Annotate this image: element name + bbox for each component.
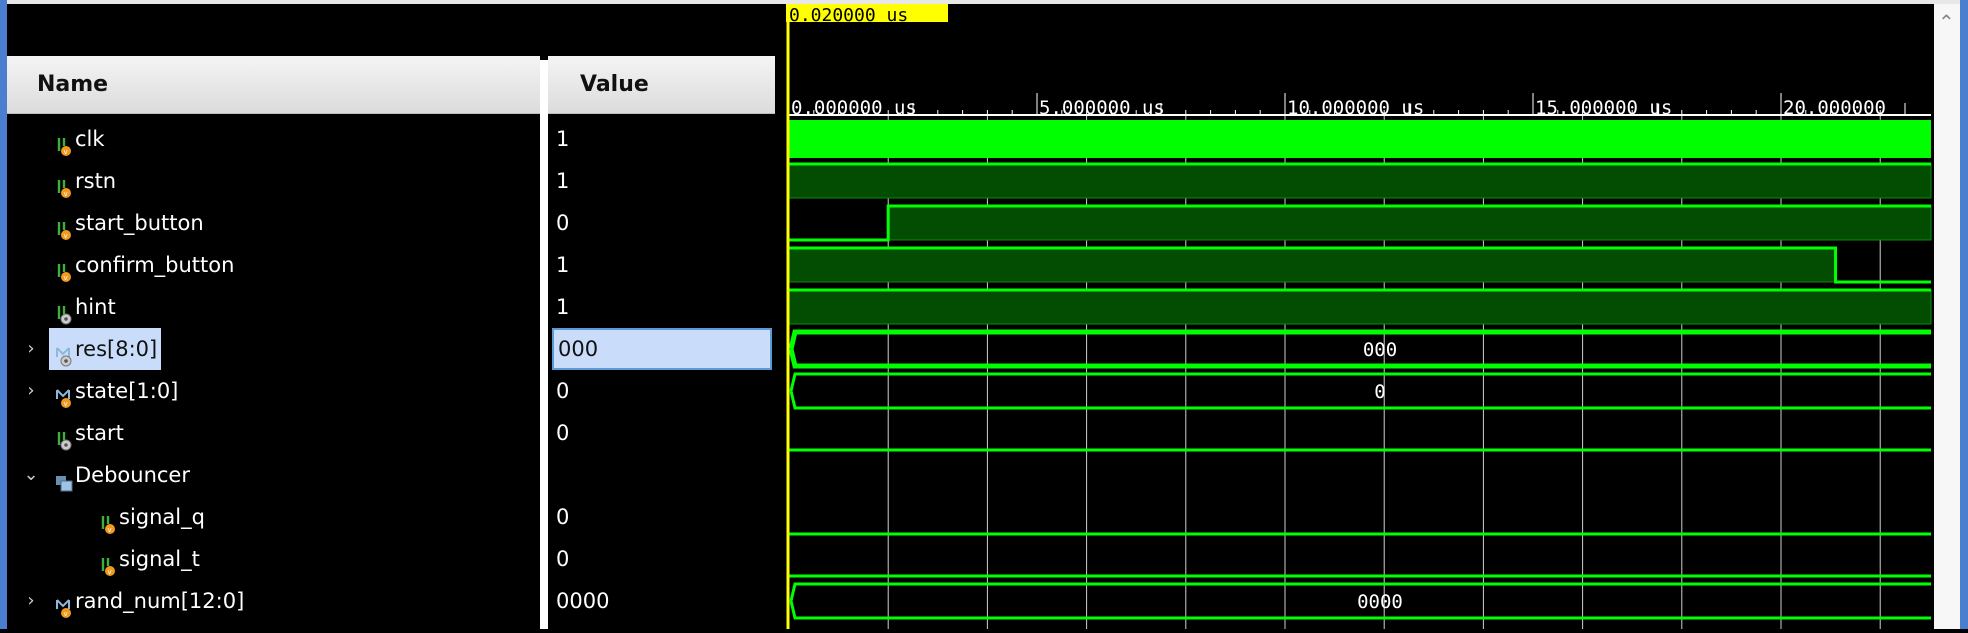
ruler-label: 5.000000 us — [1039, 97, 1165, 119]
signal-value[interactable]: 1 — [552, 118, 772, 160]
signal-row-clk[interactable]: v clk — [7, 118, 540, 160]
expand-chevron-icon[interactable]: › — [23, 328, 39, 370]
signal-row-start-button[interactable]: v start_button — [7, 202, 540, 244]
logic-wire-icon — [55, 297, 73, 325]
signal-row-rstn[interactable]: v rstn — [7, 160, 540, 202]
bus-signal-icon: v — [55, 591, 73, 618]
cursor-time-label: 0.020000 us — [789, 5, 908, 26]
high-fill — [788, 247, 1837, 283]
collapse-chevron-icon[interactable]: ⌄ — [23, 454, 39, 496]
signal-row-rand-num-12-0-[interactable]: › v rand_num[12:0] — [7, 580, 540, 622]
ruler-label: 0.000000 us — [791, 97, 917, 119]
logic-signal-icon: v — [55, 255, 73, 282]
bus-wave-state10 — [789, 372, 1931, 410]
logic-signal-icon: v — [99, 507, 117, 534]
svg-text:v: v — [64, 610, 68, 618]
signal-row-signal-t[interactable]: v signal_t — [7, 538, 540, 580]
signal-value[interactable]: 0 — [552, 496, 772, 538]
signal-name: signal_t — [119, 547, 200, 571]
signal-value[interactable]: 1 — [552, 160, 772, 202]
signal-value[interactable]: 0 — [552, 538, 772, 580]
signal-name: rstn — [75, 169, 117, 193]
signal-row-debouncer[interactable]: ⌄ Debouncer — [7, 454, 540, 496]
signal-value[interactable]: 0 — [552, 202, 772, 244]
bus-signal-icon: v — [55, 381, 73, 408]
ruler-label: 10.000000 us — [1287, 97, 1424, 119]
bus-wire-icon — [55, 339, 73, 367]
bus-value-label: 0 — [1374, 381, 1385, 403]
signal-name: signal_q — [119, 505, 205, 529]
signal-row-res-8-0-[interactable]: › res[8:0] — [7, 328, 540, 370]
svg-text:v: v — [108, 526, 112, 534]
window-border-right — [1960, 0, 1968, 629]
logic-signal-icon: v — [55, 171, 73, 198]
clock-wave — [789, 120, 1931, 158]
bus-value-label: 000 — [1363, 339, 1397, 361]
svg-text:v: v — [64, 274, 68, 282]
module-icon — [55, 465, 73, 492]
signal-row-hint[interactable]: hint — [7, 286, 540, 328]
value-column-header[interactable]: Value — [548, 56, 775, 114]
scroll-up-arrow-icon[interactable]: ⌃ — [1938, 10, 1955, 34]
signal-value[interactable]: 0 — [552, 412, 772, 454]
waveform-svg: 0.000000 us 5.000000 us 10.000000 us 15.000… — [786, 4, 1932, 629]
signal-name: hint — [75, 295, 116, 319]
window-border — [0, 0, 7, 629]
signal-value[interactable]: 1 — [552, 286, 772, 328]
signal-value[interactable]: 0 — [552, 370, 772, 412]
signal-row-signal-q[interactable]: v signal_q — [7, 496, 540, 538]
signal-row-start[interactable]: start — [7, 412, 540, 454]
expand-chevron-icon[interactable]: › — [23, 370, 39, 412]
high-fill — [887, 205, 1932, 241]
signal-name: start — [75, 421, 124, 445]
signal-row-state-1-0-[interactable]: › v state[1:0] — [7, 370, 540, 412]
ruler-label: 15.000000 us — [1535, 97, 1672, 119]
bus-wave-res80 — [788, 329, 1931, 369]
ruler-label: 20.000000 — [1783, 97, 1886, 119]
logic-signal-icon: v — [55, 213, 73, 240]
signal-name: Debouncer — [75, 463, 190, 487]
signal-value[interactable]: 0000 — [552, 580, 772, 622]
vertical-scrollbar[interactable]: ⌃ — [1934, 4, 1960, 629]
svg-text:v: v — [64, 190, 68, 198]
signal-name: confirm_button — [75, 253, 235, 277]
bus-value-label: 0000 — [1357, 591, 1403, 613]
signal-name: state[1:0] — [75, 379, 179, 403]
waveform-canvas[interactable]: 0.000000 us 5.000000 us 10.000000 us 15.000… — [786, 4, 1934, 629]
signal-value[interactable]: 1 — [552, 244, 772, 286]
expand-chevron-icon[interactable]: › — [23, 580, 39, 622]
column-splitter[interactable] — [540, 60, 548, 629]
high-fill — [788, 163, 1932, 199]
svg-text:v: v — [64, 400, 68, 408]
signal-value[interactable]: 000 — [552, 328, 772, 370]
signal-name: start_button — [75, 211, 204, 235]
name-column-header[interactable]: Name — [7, 56, 540, 114]
svg-text:v: v — [108, 568, 112, 576]
logic-signal-icon: v — [99, 549, 117, 576]
signal-name: rand_num[12:0] — [75, 589, 245, 613]
svg-text:v: v — [64, 232, 68, 240]
signal-name: clk — [75, 127, 105, 151]
logic-signal-icon: v — [55, 129, 73, 156]
signal-value[interactable] — [552, 454, 772, 496]
high-fill — [788, 289, 1932, 325]
signal-row-confirm-button[interactable]: v confirm_button — [7, 244, 540, 286]
logic-wire-icon — [55, 423, 73, 451]
svg-text:v: v — [64, 148, 68, 156]
